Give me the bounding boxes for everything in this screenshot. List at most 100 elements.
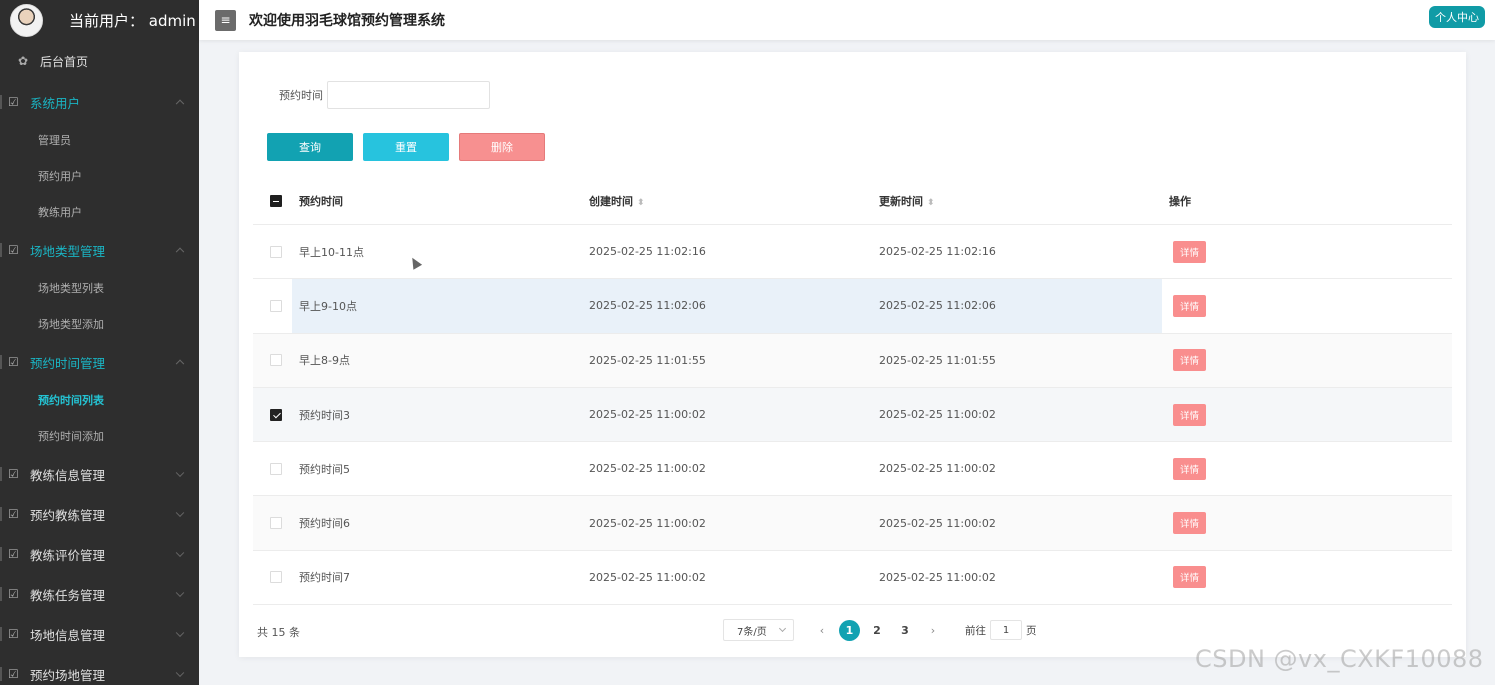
page-size-select[interactable]: 7条/页 [723,619,794,641]
detail-button[interactable]: 详情 [1173,512,1207,535]
sidebar-item-label: 场地类型添加 [38,318,104,331]
cell-created: 2025-02-25 11:00:02 [589,462,706,476]
reset-button[interactable]: 重置 [363,133,449,161]
cell-op: 详情 [1169,349,1452,372]
cell-updated: 2025-02-25 11:01:55 [879,353,996,367]
sidebar-group-label: 预约时间管理 [30,355,106,371]
cell-name: 预约时间3 [299,408,350,422]
sidebar-item-booking-users[interactable]: 预约用户 [0,158,199,194]
detail-button[interactable]: 详情 [1173,349,1207,372]
cell-name: 早上8-9点 [299,354,350,368]
table-row[interactable]: 预约时间7 2025-02-25 11:00:02 2025-02-25 11:… [253,551,1452,606]
goto-page-input[interactable]: 1 [990,620,1022,640]
cell-name: 预约时间5 [299,462,350,476]
row-checkbox-cell [253,517,299,530]
sidebar-item-venue-type-list[interactable]: 场地类型列表 [0,270,199,306]
row-checkbox[interactable] [270,571,282,584]
next-page-button[interactable]: › [919,624,947,637]
cell-created: 2025-02-25 11:00:02 [589,570,706,584]
page-number-2[interactable]: 2 [866,620,888,640]
table-row[interactable]: 早上9-10点 2025-02-25 11:02:06 2025-02-25 1… [253,279,1452,334]
sidebar-item-home[interactable]: ✿ 后台首页 [0,40,199,82]
sidebar-edge-mark [0,587,2,601]
detail-button[interactable]: 详情 [1173,566,1207,589]
sidebar-item-label: 管理员 [38,134,71,147]
query-button[interactable]: 查询 [267,133,353,161]
select-all-cell [253,195,299,207]
column-header-created[interactable]: 创建时间 ⬍ [589,193,879,209]
edit-icon: ☑ [8,355,19,369]
prev-page-button[interactable]: ‹ [808,624,836,637]
chevron-up-icon [175,359,185,369]
chevron-down-icon [175,548,185,558]
sidebar-group-label: 场地类型管理 [30,243,106,259]
sidebar-item-admins[interactable]: 管理员 [0,122,199,158]
chevron-down-icon [175,588,185,598]
column-header: 预约时间 [299,195,343,208]
sidebar-group-booking-times[interactable]: ☑ 预约时间管理 [0,342,199,382]
sidebar-item-venue-type-add[interactable]: 场地类型添加 [0,306,199,342]
edit-icon: ☑ [8,587,19,601]
sidebar-group-label: 场地信息管理 [30,627,106,643]
sidebar-group-coach-info[interactable]: ☑ 教练信息管理 [0,454,199,494]
sidebar-group-venue-types[interactable]: ☑ 场地类型管理 [0,230,199,270]
sidebar-group-system-users[interactable]: ☑ 系统用户 [0,82,199,122]
sort-icon[interactable]: ⬍ [927,198,935,208]
current-user-label: 当前用户： admin [69,11,196,30]
column-header: 操作 [1169,195,1191,208]
sidebar-item-booking-time-add[interactable]: 预约时间添加 [0,418,199,454]
sidebar-group-booking-venue[interactable]: ☑ 预约场地管理 [0,654,199,685]
detail-button[interactable]: 详情 [1173,294,1207,317]
filter-label: 预约时间 [279,89,323,102]
row-checkbox[interactable] [270,462,282,475]
sidebar-group-label: 系统用户 [30,95,81,111]
table-row[interactable]: 早上10-11点 2025-02-25 11:02:16 2025-02-25 … [253,225,1452,280]
profile-button[interactable]: 个人中心 [1429,6,1485,28]
table-row[interactable]: 早上8-9点 2025-02-25 11:01:55 2025-02-25 11… [253,333,1452,388]
edit-icon: ☑ [8,627,19,641]
table-row[interactable]: 预约时间5 2025-02-25 11:00:02 2025-02-25 11:… [253,442,1452,497]
sidebar-group-venue-info[interactable]: ☑ 场地信息管理 [0,614,199,654]
search-form: 预约时间 [279,81,490,109]
sidebar-edge-mark [0,95,2,109]
sidebar-item-coach-users[interactable]: 教练用户 [0,194,199,230]
row-checkbox[interactable] [270,517,282,530]
total-count: 共 15 条 [257,626,300,639]
sidebar-group-coach-tasks[interactable]: ☑ 教练任务管理 [0,574,199,614]
row-checkbox[interactable] [270,245,282,258]
sidebar-item-label: 预约用户 [38,170,82,183]
row-checkbox-cell [253,408,299,421]
sidebar-group-booking-coach[interactable]: ☑ 预约教练管理 [0,494,199,534]
page-number-3[interactable]: 3 [894,620,916,640]
hamburger-icon[interactable]: ≡ [215,9,236,31]
cell-op: 详情 [1169,566,1452,589]
delete-button[interactable]: 删除 [459,133,545,161]
detail-button[interactable]: 详情 [1173,403,1207,426]
avatar[interactable] [10,3,43,37]
sort-icon[interactable]: ⬍ [637,198,645,208]
booking-time-input[interactable] [327,81,490,109]
sidebar-item-booking-time-list[interactable]: 预约时间列表 [0,382,199,418]
detail-button[interactable]: 详情 [1173,240,1207,263]
chevron-down-icon [175,628,185,638]
select-all-checkbox[interactable] [270,195,282,207]
edit-icon: ☑ [8,667,19,681]
edit-icon: ☑ [8,467,19,481]
goto-page: 前往 1 页 [965,620,1037,640]
column-header-label: 创建时间 [589,195,633,208]
column-header-updated[interactable]: 更新时间 ⬍ [879,193,1169,209]
row-checkbox[interactable] [270,299,282,312]
table-row[interactable]: 预约时间6 2025-02-25 11:00:02 2025-02-25 11:… [253,496,1452,551]
content-card: 预约时间 查询 重置 删除 预约时间 创建时间 ⬍ 更新时间 ⬍ 操作 早上10-1… [239,52,1466,657]
table-row[interactable]: 预约时间3 2025-02-25 11:00:02 2025-02-25 11:… [253,387,1452,443]
cell-name: 预约时间7 [299,571,350,585]
row-checkbox-cell [253,462,299,475]
cell-updated: 2025-02-25 11:00:02 [879,516,996,530]
sidebar-group-coach-reviews[interactable]: ☑ 教练评价管理 [0,534,199,574]
chevron-up-icon [175,247,185,257]
row-checkbox-checked[interactable] [270,408,282,421]
detail-button[interactable]: 详情 [1173,457,1207,480]
row-checkbox[interactable] [270,354,282,367]
page-number-1[interactable]: 1 [839,619,860,641]
pagination: 7条/页 ‹ 1 2 3 › 前往 1 页 [723,619,1037,641]
